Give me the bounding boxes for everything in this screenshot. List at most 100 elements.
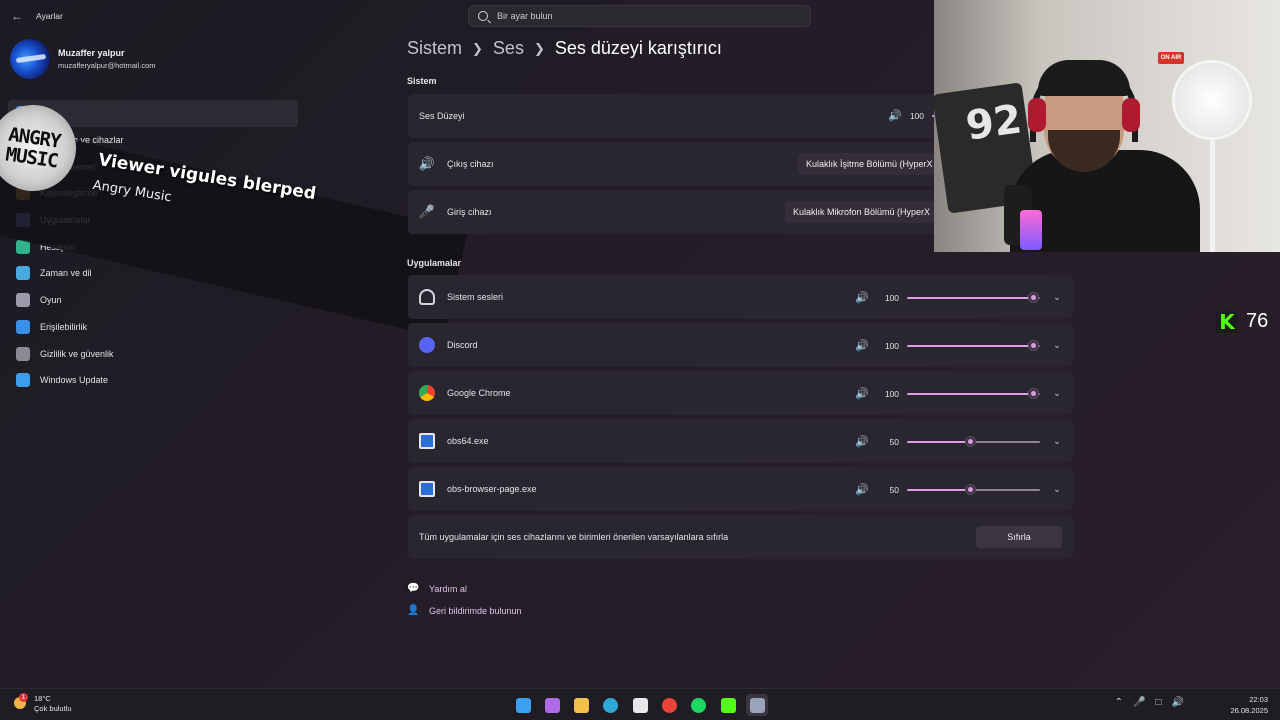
- slider-thumb[interactable]: [1027, 387, 1039, 399]
- chevron-down-icon[interactable]: ⌄: [1051, 388, 1063, 399]
- output-device-label: Çıkış cihazı: [447, 159, 494, 169]
- feedback-link[interactable]: 👤 Geri bildirimde bulunun: [407, 605, 522, 616]
- slider-fill: [907, 488, 970, 491]
- app-window-icon: [419, 433, 435, 449]
- input-device-label: Giriş cihazı: [447, 207, 492, 217]
- weather-widget[interactable]: 1 18°C Çok bulutlu: [12, 693, 72, 714]
- output-device-dropdown[interactable]: Kulaklık İşitme Bölümü (HyperX: [798, 153, 938, 175]
- reset-card: Tüm uygulamalar için ses cihazlarını ve …: [408, 515, 1073, 559]
- file-explorer-taskbar-button[interactable]: [571, 694, 593, 716]
- on-air-sign: ON AIR: [1158, 52, 1184, 64]
- taskbar: 1 18°C Çok bulutlu ⌃ 🎤 □ 🔊 22:03 26.08.2…: [0, 688, 1280, 720]
- title-bar: ← Ayarlar: [0, 0, 400, 32]
- microphone-icon[interactable]: 🎤: [1133, 697, 1145, 708]
- app-name: Sistem sesleri: [447, 292, 504, 302]
- kick-viewer-badge: K 76: [1216, 310, 1268, 334]
- search-icon: [478, 11, 488, 21]
- fan-image: [1172, 60, 1252, 140]
- breadcrumb-ses[interactable]: Ses: [493, 38, 524, 59]
- app-volume-slider[interactable]: [907, 387, 1040, 399]
- help-link[interactable]: 💬 Yardım al: [407, 583, 467, 594]
- weather-icon: 1: [12, 693, 30, 713]
- chevron-down-icon[interactable]: ⌄: [1051, 340, 1063, 351]
- search-box[interactable]: [468, 5, 811, 27]
- app-name: obs-browser-page.exe: [447, 484, 537, 494]
- chevron-right-icon: ❯: [472, 40, 483, 56]
- app-volume-slider[interactable]: [907, 339, 1040, 351]
- slider-fill: [907, 344, 1033, 347]
- discord-icon: [419, 337, 435, 353]
- taskbar-apps: [512, 694, 776, 716]
- app-name: obs64.exe: [447, 436, 489, 446]
- slider-fill: [907, 296, 1033, 299]
- sidebar-item-label: Erişilebilirlik: [40, 321, 88, 332]
- app-volume-slider[interactable]: [907, 435, 1040, 447]
- slider-thumb[interactable]: [1027, 291, 1039, 303]
- clock[interactable]: 22:03 26.08.2025: [1230, 694, 1268, 716]
- notification-badge: 1: [19, 693, 28, 702]
- app-volume-row: obs64.exe 🔊 50 ⌄: [408, 419, 1073, 463]
- breadcrumb-sistem[interactable]: Sistem: [407, 38, 462, 59]
- volume-icon[interactable]: 🔊: [1172, 697, 1184, 708]
- app-volume-slider[interactable]: [907, 291, 1040, 303]
- input-device-dropdown[interactable]: Kulaklık Mikrofon Bölümü (HyperX: [785, 201, 940, 223]
- section-title-uygulamalar: Uygulamalar: [407, 258, 462, 268]
- slider-thumb[interactable]: [1027, 339, 1039, 351]
- app-title: Ayarlar: [36, 11, 63, 21]
- master-volume-value: 100: [909, 110, 924, 121]
- chevron-down-icon[interactable]: ⌄: [1051, 484, 1063, 495]
- slider-thumb[interactable]: [964, 435, 976, 447]
- store-taskbar-button[interactable]: [629, 694, 651, 716]
- chevron-down-icon[interactable]: ⌄: [1051, 292, 1063, 303]
- speaker-icon[interactable]: 🔊: [855, 483, 869, 496]
- system-tray: ⌃ 🎤 □ 🔊: [1105, 697, 1184, 708]
- copilot-icon: [544, 697, 560, 713]
- microphone-icon: 🎤: [418, 204, 436, 219]
- windows-start-taskbar-button[interactable]: [512, 694, 534, 716]
- reset-button[interactable]: Sıfırla: [976, 526, 1062, 548]
- chevron-down-icon[interactable]: ⌄: [1051, 436, 1063, 447]
- app-volume-value: 100: [884, 388, 899, 399]
- speaker-icon[interactable]: 🔊: [855, 339, 869, 352]
- slider-thumb[interactable]: [964, 483, 976, 495]
- sidebar-item-windows-update[interactable]: Windows Update: [8, 367, 298, 394]
- kick-taskbar-button[interactable]: [717, 694, 739, 716]
- back-arrow-icon[interactable]: ←: [10, 9, 24, 23]
- date: 26.08.2025: [1230, 706, 1268, 715]
- search-input[interactable]: [497, 11, 797, 21]
- chevron-right-icon: ❯: [533, 40, 545, 56]
- accessibility-icon: [16, 319, 30, 334]
- master-volume-label: Ses Düzeyi: [419, 111, 465, 121]
- speaker-icon[interactable]: 🔊: [888, 109, 902, 122]
- speaker-icon[interactable]: 🔊: [855, 435, 869, 448]
- stream-alert-overlay: ANGRY MUSIC Viewer vigules blerped Angry…: [0, 85, 470, 338]
- app-volume-slider[interactable]: [907, 483, 1040, 495]
- app-name: Discord: [447, 340, 478, 350]
- settings-taskbar-button[interactable]: [746, 694, 769, 716]
- spotify-icon: [691, 697, 707, 713]
- slider-fill: [907, 392, 1033, 395]
- chevron-up-icon[interactable]: ⌃: [1115, 697, 1123, 708]
- windows-start-icon: [515, 697, 531, 713]
- section-title-sistem: Sistem: [407, 76, 437, 86]
- page-title: Ses düzeyi karıştırıcı: [554, 38, 722, 58]
- chrome-icon: [661, 697, 677, 713]
- jersey-number: 92: [963, 96, 1025, 150]
- store-icon: [632, 697, 648, 713]
- display-icon[interactable]: □: [1156, 697, 1162, 708]
- webcam-overlay: ON AIR 92: [934, 0, 1280, 252]
- user-profile[interactable]: Muzaffer yalpur muzafferyalpur@hotmail.c…: [10, 39, 156, 79]
- spotify-taskbar-button[interactable]: [688, 694, 710, 716]
- kick-icon: [720, 697, 736, 713]
- app-volume-row: Sistem sesleri 🔊 100 ⌄: [408, 275, 1073, 319]
- chrome-taskbar-button[interactable]: [658, 694, 680, 716]
- app-volume-value: 100: [884, 292, 899, 303]
- sidebar-item-erişilebilirlik[interactable]: Erişilebilirlik: [8, 314, 298, 341]
- edge-taskbar-button[interactable]: [600, 694, 622, 716]
- app-volume-row: obs-browser-page.exe 🔊 50 ⌄: [408, 467, 1073, 511]
- copilot-taskbar-button[interactable]: [541, 694, 563, 716]
- speaker-icon[interactable]: 🔊: [855, 291, 869, 304]
- sidebar-item-gizlilik-ve-güvenlik[interactable]: Gizlilik ve güvenlik: [8, 340, 298, 367]
- help-link-label: Yardım al: [429, 583, 467, 594]
- speaker-icon[interactable]: 🔊: [855, 387, 869, 400]
